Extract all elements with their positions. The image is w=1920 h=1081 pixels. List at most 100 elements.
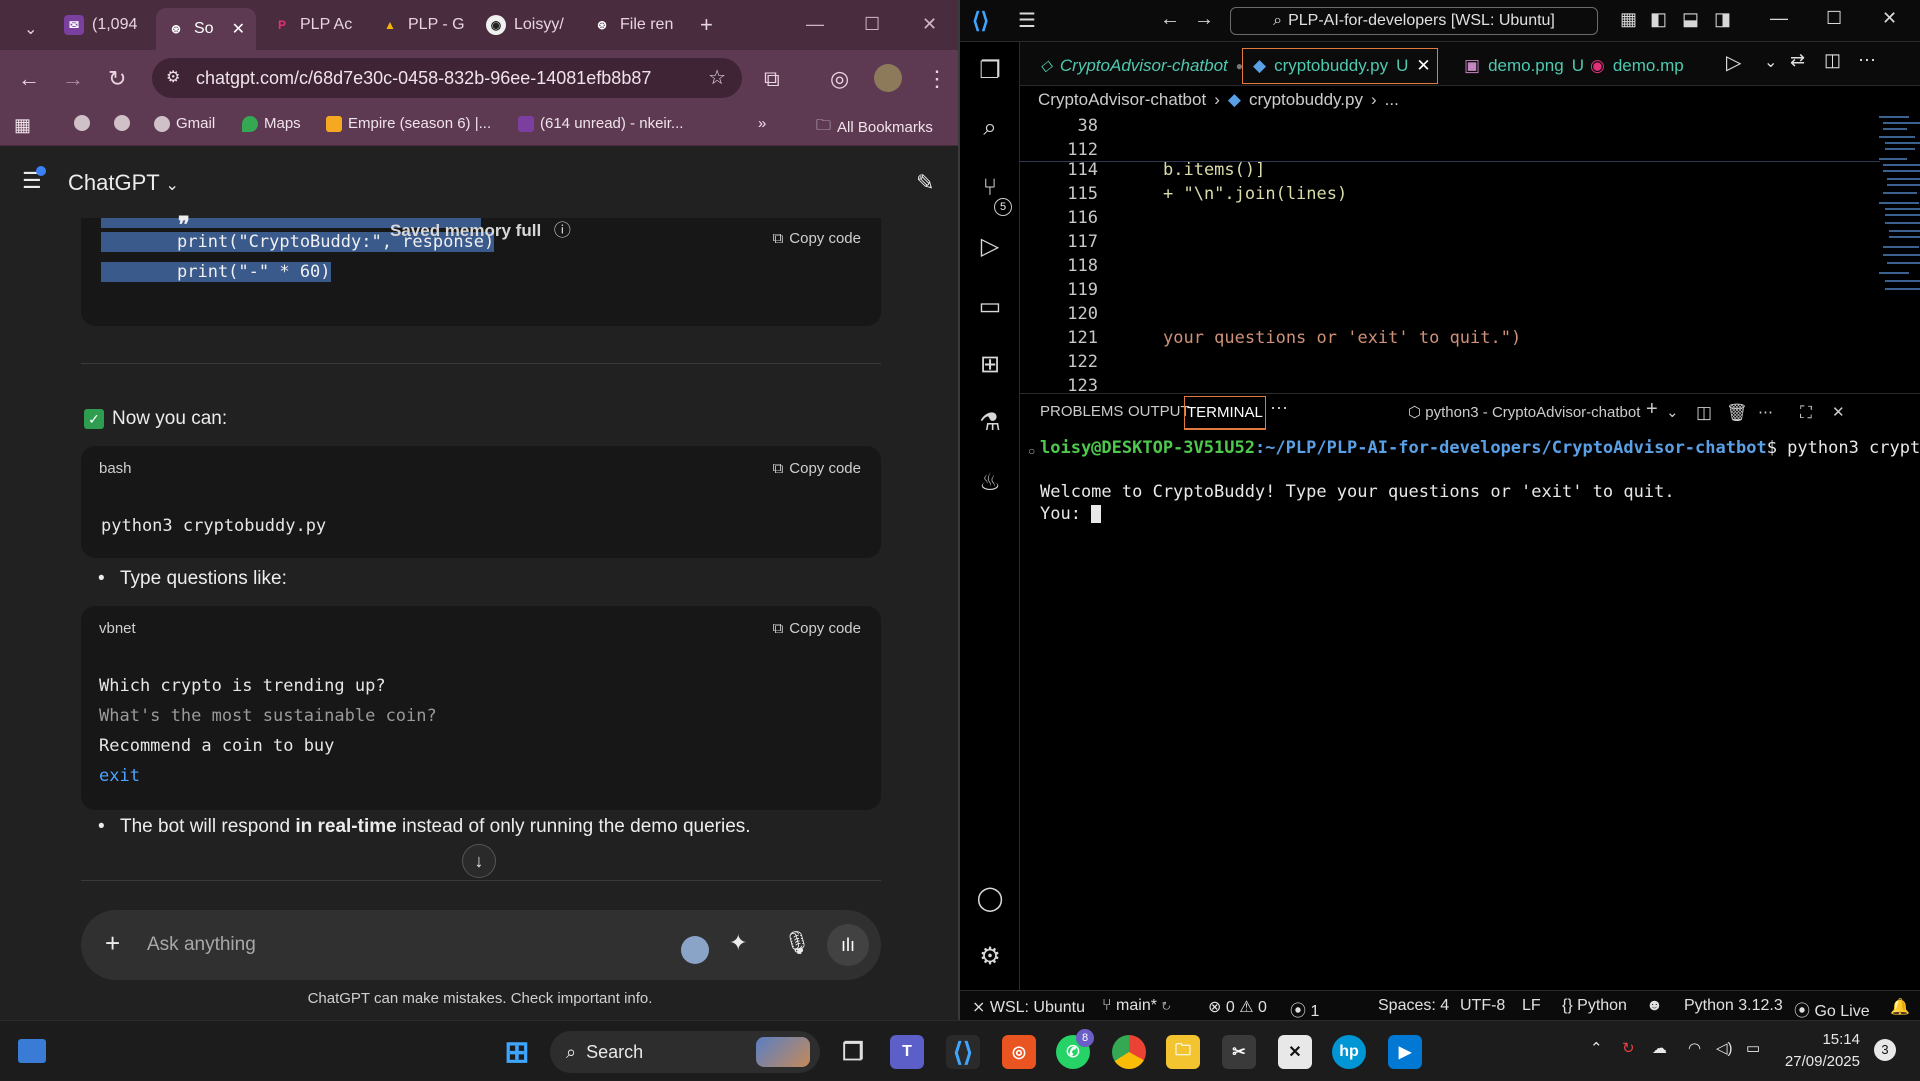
notifications-icon[interactable]: 🔔 — [1890, 997, 1910, 1017]
tab-cryptoadvisor[interactable]: ⬦ CryptoAdvisor-chatbot ● — [1030, 48, 1253, 84]
close-panel-icon[interactable]: ✕ — [1832, 403, 1845, 421]
menu-icon[interactable]: ☰ — [1018, 8, 1036, 33]
clock-time[interactable]: 15:14 — [1788, 1031, 1860, 1048]
tab-search-button[interactable]: ⌄ — [14, 12, 40, 46]
prompt-input[interactable]: + Ask anything ✦ 🎙 ılı — [81, 910, 881, 980]
account-icon[interactable]: ◯ — [975, 884, 1005, 914]
tab-gmail[interactable]: ✉ (1,094 — [54, 8, 154, 42]
tab-plp-drive[interactable]: ▲ PLP - G — [370, 8, 470, 42]
remote-explorer-icon[interactable]: ▭ — [975, 292, 1005, 322]
cloud-icon[interactable]: ☁ — [1652, 1039, 1667, 1057]
code-editor[interactable]: 38 112 114 115 116 117 118 119 120 121 1… — [1020, 112, 1920, 396]
close-window-icon[interactable]: ✕ — [1882, 8, 1897, 29]
bot-icon[interactable] — [681, 936, 709, 964]
go-live-button[interactable]: ⦿ Go Live — [1794, 997, 1870, 1021]
maximize-icon[interactable]: ☐ — [864, 14, 880, 35]
breadcrumb-folder[interactable]: CryptoAdvisor-chatbot — [1038, 90, 1206, 110]
back-icon[interactable]: ← — [18, 66, 40, 92]
copy-code-button[interactable]: ⧉ Copy code — [773, 460, 861, 477]
site-info-icon[interactable]: ⚙ — [166, 67, 180, 87]
tab-demo-mp[interactable]: ◉ demo.mp — [1580, 48, 1694, 84]
breadcrumb-file[interactable]: cryptobuddy.py — [1249, 90, 1363, 110]
terminal-selector[interactable]: ⬡ python3 - CryptoAdvisor-chatbot — [1408, 403, 1640, 421]
magic-wand-icon[interactable]: ✦ — [729, 930, 747, 956]
snipping-tool-icon[interactable]: ✂ — [1222, 1035, 1256, 1069]
forward-icon[interactable]: → — [1194, 8, 1214, 31]
taskbar-search[interactable]: ⌕ Search — [550, 1031, 820, 1073]
file-explorer-icon[interactable]: 🗀 — [1166, 1035, 1200, 1069]
tab-plp-academy[interactable]: P PLP Ac — [262, 8, 362, 42]
maximize-icon[interactable]: ☐ — [1826, 8, 1842, 29]
encoding[interactable]: UTF-8 — [1460, 997, 1505, 1015]
minimap[interactable] — [1877, 112, 1920, 372]
gear-icon[interactable]: ⚙ — [975, 942, 1005, 972]
close-icon[interactable]: ✕ — [232, 19, 245, 39]
ports-indicator[interactable]: ⦿ 1 — [1290, 997, 1319, 1021]
copy-code-button[interactable]: ⧉ Copy code — [773, 620, 861, 637]
bookmark-maps[interactable]: Maps — [242, 115, 301, 132]
new-tab-button[interactable]: + — [690, 8, 720, 42]
wifi-icon[interactable]: ◠ — [1688, 1039, 1701, 1057]
more-bookmarks-icon[interactable]: » — [758, 115, 766, 132]
tab-problems[interactable]: PROBLEMS — [1040, 403, 1123, 420]
breadcrumb-symbol[interactable]: ... — [1385, 90, 1399, 110]
run-debug-icon[interactable]: ▷ — [975, 232, 1005, 262]
toggle-panel-icon[interactable]: ⬓ — [1682, 9, 1699, 30]
minimize-icon[interactable]: — — [806, 14, 824, 35]
more-actions-icon[interactable]: ⋯ — [1758, 403, 1773, 421]
remote-desktop-icon[interactable]: ▶ — [1388, 1035, 1422, 1069]
remote-indicator[interactable]: ⨯ WSL: Ubuntu — [972, 997, 1085, 1017]
url-input[interactable]: ⚙ chatgpt.com/c/68d7e30c-0458-832b-96ee-… — [152, 58, 742, 98]
layout-icon[interactable]: ▦ — [1620, 9, 1637, 30]
performance-icon[interactable]: ◎ — [830, 66, 849, 92]
back-icon[interactable]: ← — [1160, 8, 1180, 31]
quote-icon[interactable]: ❞ — [178, 212, 190, 238]
apps-icon[interactable]: ▦ — [14, 115, 31, 136]
split-terminal-icon[interactable]: ◫ — [1696, 403, 1712, 423]
widgets-icon[interactable] — [18, 1039, 46, 1063]
more-actions-icon[interactable]: ⋯ — [1858, 50, 1876, 71]
tab-github[interactable]: ◉ Loisyy/ — [476, 8, 576, 42]
python-icon[interactable]: ♨ — [975, 468, 1005, 498]
toggle-sidebar-icon[interactable]: ◧ — [1650, 9, 1667, 30]
vscode-taskbar-icon[interactable]: ⟨⟩ — [946, 1035, 980, 1069]
avatar[interactable] — [874, 64, 902, 92]
command-center[interactable]: ⌕ PLP-AI-for-developers [WSL: Ubuntu] — [1230, 7, 1598, 35]
teams-icon[interactable]: T — [890, 1035, 924, 1069]
plus-icon[interactable]: + — [105, 928, 120, 959]
sync-icon[interactable]: ↻ — [1622, 1039, 1635, 1057]
extensions-icon[interactable]: ⊞ — [975, 350, 1005, 380]
battery-icon[interactable]: ▭ — [1746, 1039, 1760, 1057]
end-of-line[interactable]: LF — [1522, 997, 1541, 1015]
tab-cryptobuddy[interactable]: ◆ cryptobuddy.py U ✕ — [1242, 48, 1438, 84]
new-terminal-icon[interactable]: + — [1646, 398, 1658, 421]
task-view-icon[interactable]: ❐ — [836, 1035, 870, 1069]
compare-icon[interactable]: ⇄ — [1790, 50, 1805, 71]
bookmark-gmail[interactable]: Gmail — [154, 115, 215, 132]
hp-icon[interactable]: hp — [1332, 1035, 1366, 1069]
reload-icon[interactable]: ↻ — [108, 66, 126, 92]
forward-icon[interactable]: → — [62, 66, 84, 92]
menu-icon[interactable]: ⋮ — [926, 66, 948, 92]
tab-chatgpt[interactable]: ⊛ So ✕ — [156, 8, 256, 50]
bookmark-globe-2[interactable] — [114, 115, 130, 131]
new-chat-icon[interactable]: ✎ — [916, 170, 934, 196]
branch-indicator[interactable]: ⑂ main* ↻ — [1102, 997, 1171, 1015]
problems-indicator[interactable]: ⊗ 0 ⚠ 0 — [1208, 997, 1267, 1017]
microphone-icon[interactable]: 🎙 — [783, 930, 811, 956]
tab-demo-png[interactable]: ▣ demo.png U — [1454, 48, 1594, 84]
tab-file-rename[interactable]: ⊛ File ren — [582, 8, 682, 42]
capcut-icon[interactable]: ✕ — [1278, 1035, 1312, 1069]
split-editor-icon[interactable]: ◫ — [1824, 50, 1841, 71]
search-icon[interactable]: ⌕ — [975, 114, 1005, 144]
ubuntu-icon[interactable]: ◎ — [1002, 1035, 1036, 1069]
language-mode[interactable]: {} Python — [1562, 997, 1627, 1015]
bookmark-globe-1[interactable] — [74, 115, 90, 131]
start-icon[interactable]: ⊞ — [500, 1035, 534, 1069]
copilot-icon[interactable]: ☻ — [1646, 997, 1663, 1015]
close-window-icon[interactable]: ✕ — [922, 14, 937, 35]
extensions-icon[interactable]: ⧉ — [764, 66, 780, 92]
terminal[interactable]: ○ loisy@DESKTOP-3V51U52:~/PLP/PLP-AI-for… — [1020, 432, 1920, 988]
chrome-icon[interactable] — [1112, 1035, 1146, 1069]
model-selector[interactable]: ChatGPT ⌄ — [68, 170, 179, 196]
